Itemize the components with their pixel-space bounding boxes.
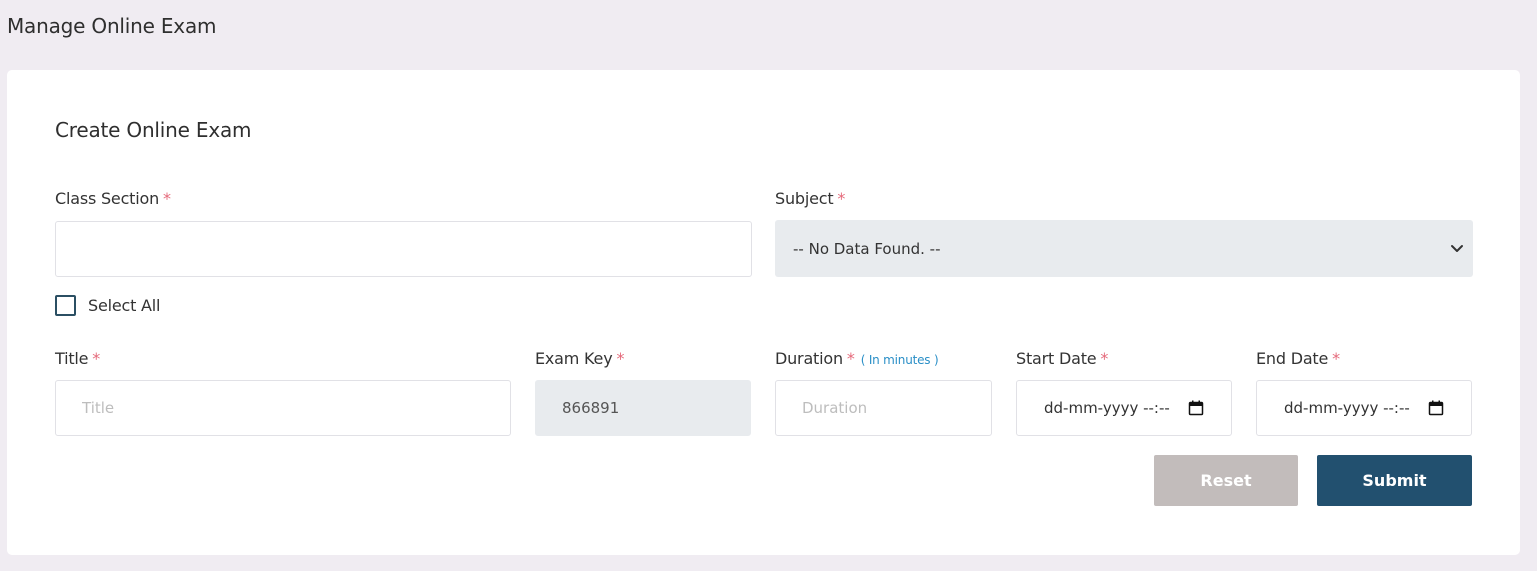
required-mark: * xyxy=(846,349,855,368)
duration-label: Duration * ( In minutes ) xyxy=(775,349,939,368)
select-all-box[interactable] xyxy=(55,295,76,316)
start-date-input[interactable]: dd-mm-yyyy --:-- xyxy=(1016,380,1232,436)
required-mark: * xyxy=(163,189,171,208)
calendar-icon[interactable] xyxy=(1428,400,1444,416)
exam-key-label-text: Exam Key xyxy=(535,349,613,368)
required-mark: * xyxy=(1332,349,1340,368)
title-label-text: Title xyxy=(55,349,89,368)
exam-key-label: Exam Key * xyxy=(535,349,624,368)
end-date-label: End Date * xyxy=(1256,349,1340,368)
duration-label-text: Duration xyxy=(775,349,843,368)
chevron-down-icon xyxy=(1451,245,1463,252)
class-section-label: Class Section * xyxy=(55,189,171,208)
select-all-label: Select All xyxy=(88,296,161,315)
subject-label: Subject * xyxy=(775,189,845,208)
class-section-input[interactable] xyxy=(55,221,752,277)
end-date-input[interactable]: dd-mm-yyyy --:-- xyxy=(1256,380,1472,436)
required-mark: * xyxy=(1100,349,1109,368)
calendar-icon[interactable] xyxy=(1188,400,1204,416)
submit-button[interactable]: Submit xyxy=(1317,455,1472,506)
duration-input[interactable] xyxy=(775,380,992,436)
subject-selected-value: -- No Data Found. -- xyxy=(793,239,941,258)
create-exam-card: Create Online Exam Class Section * Subjec… xyxy=(7,70,1520,555)
subject-label-text: Subject xyxy=(775,189,834,208)
required-mark: * xyxy=(92,349,101,368)
exam-key-input[interactable] xyxy=(535,380,751,436)
required-mark: * xyxy=(837,189,846,208)
duration-hint: ( In minutes ) xyxy=(860,353,939,367)
subject-select[interactable]: -- No Data Found. -- xyxy=(775,220,1473,277)
reset-button[interactable]: Reset xyxy=(1154,455,1298,506)
class-section-label-text: Class Section xyxy=(55,189,160,208)
form-title: Create Online Exam xyxy=(55,118,252,142)
start-date-value: dd-mm-yyyy --:-- xyxy=(1044,399,1170,417)
end-date-label-text: End Date xyxy=(1256,349,1329,368)
start-date-label: Start Date * xyxy=(1016,349,1108,368)
select-all-checkbox[interactable]: Select All xyxy=(55,295,160,316)
title-label: Title * xyxy=(55,349,100,368)
page-title: Manage Online Exam xyxy=(7,14,217,38)
required-mark: * xyxy=(616,349,625,368)
end-date-value: dd-mm-yyyy --:-- xyxy=(1284,399,1410,417)
title-input[interactable] xyxy=(55,380,511,436)
start-date-label-text: Start Date xyxy=(1016,349,1097,368)
